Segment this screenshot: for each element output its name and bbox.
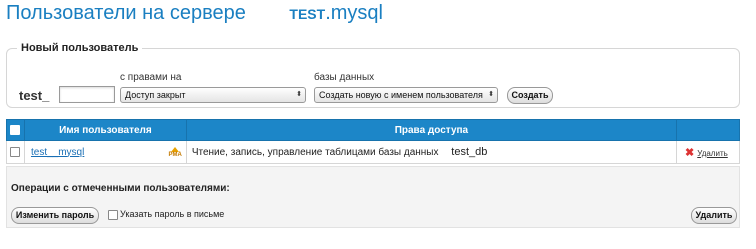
page-title-text: Пользователи на сервере [6, 2, 246, 24]
db-label: базы данных [314, 72, 375, 83]
delete-user-link[interactable]: Удалить [697, 149, 728, 158]
column-header-actions [676, 119, 740, 141]
email-password-label: Указать пароль в письме [120, 209, 225, 219]
rights-select[interactable]: Доступ закрыт ⬍ [120, 87, 306, 103]
username-input[interactable] [59, 86, 115, 103]
select-all-cell [6, 119, 25, 141]
page-title: Пользователи на сервере test.mysql [6, 2, 383, 25]
table-row: test__mysql PMA Чтение, запись, управлен… [6, 140, 740, 164]
username-cell: test__mysql PMA [23, 140, 187, 164]
table-header-row: Имя пользователя Права доступа [6, 119, 740, 141]
database-name: test_db [451, 146, 488, 158]
bulk-delete-button[interactable]: Удалить [691, 207, 737, 224]
bulk-operations-title: Операции с отмеченными пользователями: [11, 183, 230, 194]
select-all-checkbox[interactable] [10, 124, 21, 135]
rights-text: Чтение, запись, управление таблицами баз… [191, 147, 439, 158]
delete-cell: ✖ Удалить [676, 140, 740, 164]
db-select[interactable]: Создать новую с именем пользователя ⬍ [314, 87, 498, 103]
change-password-button[interactable]: Изменить пароль [11, 207, 99, 224]
create-button[interactable]: Создать [507, 87, 553, 104]
rights-cell: Чтение, запись, управление таблицами баз… [185, 140, 678, 164]
new-user-panel: Новый пользователь test_ с правами на До… [6, 42, 740, 108]
server-suffix: .mysql [325, 2, 383, 24]
username-prefix: test_ [19, 88, 50, 103]
user-link[interactable]: test__mysql [31, 147, 84, 158]
rights-label: с правами на [120, 72, 182, 83]
column-header-rights: Права доступа [185, 119, 678, 141]
db-select-value: Создать новую с именем пользователя [319, 90, 483, 100]
select-arrows-icon: ⬍ [296, 91, 302, 98]
server-name: test.mysql [289, 2, 383, 24]
users-table: Имя пользователя Права доступа test__mys… [6, 119, 740, 164]
bulk-operations-panel: Операции с отмеченными пользователями: И… [6, 166, 740, 228]
email-password-checkbox[interactable] [108, 210, 118, 220]
phpmyadmin-icon[interactable]: PMA [168, 146, 182, 158]
select-arrows-icon: ⬍ [488, 91, 494, 98]
row-select-cell [6, 140, 25, 164]
row-checkbox[interactable] [10, 146, 21, 157]
column-header-username: Имя пользователя [23, 119, 187, 141]
new-user-legend: Новый пользователь [21, 42, 139, 54]
rights-select-value: Доступ закрыт [125, 90, 186, 100]
delete-x-icon[interactable]: ✖ [685, 147, 694, 159]
